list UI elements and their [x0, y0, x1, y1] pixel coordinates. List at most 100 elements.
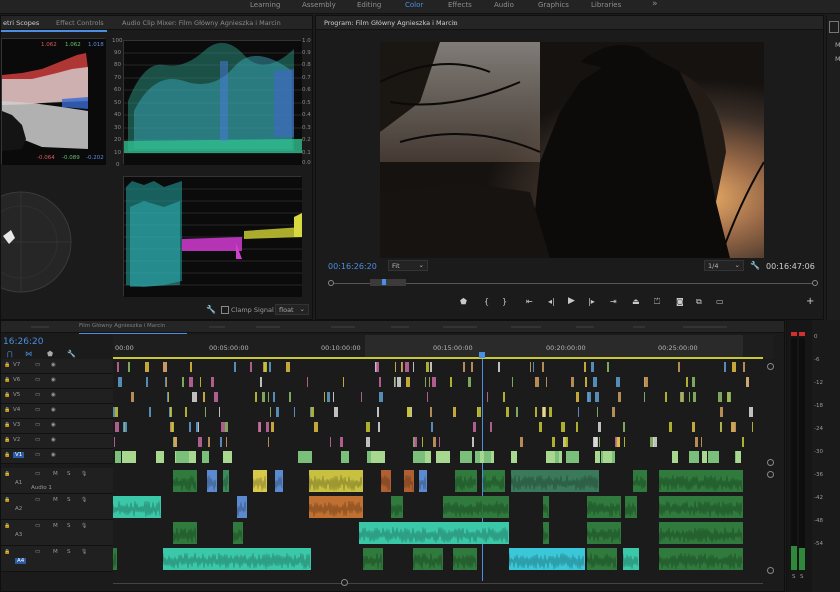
- video-clip[interactable]: [463, 362, 465, 372]
- audio-clip[interactable]: [275, 470, 283, 492]
- video-clip[interactable]: [701, 437, 702, 447]
- video-clip[interactable]: [618, 392, 621, 402]
- solo-button[interactable]: S: [67, 523, 71, 529]
- video-clip[interactable]: [429, 377, 430, 387]
- eye-icon[interactable]: ◉: [51, 392, 56, 398]
- workspace-effects[interactable]: Effects: [448, 1, 472, 9]
- video-clip[interactable]: [552, 437, 555, 447]
- video-clip[interactable]: [692, 377, 695, 387]
- bit-depth-dropdown[interactable]: float ⌄: [275, 304, 309, 315]
- video-clip[interactable]: [340, 437, 343, 447]
- video-clip[interactable]: [172, 422, 174, 432]
- video-clip[interactable]: [205, 407, 206, 417]
- button-editor-plus-icon[interactable]: +: [806, 296, 814, 307]
- video-clip[interactable]: [294, 407, 295, 417]
- video-clip[interactable]: [749, 407, 753, 417]
- video-clip[interactable]: [286, 362, 290, 372]
- eye-icon[interactable]: ◉: [51, 452, 56, 458]
- video-clip[interactable]: [378, 422, 380, 432]
- video-clip[interactable]: [333, 392, 334, 402]
- video-clip[interactable]: [115, 451, 121, 463]
- video-clip[interactable]: [746, 377, 749, 387]
- video-clip[interactable]: [289, 392, 291, 402]
- video-clip[interactable]: [487, 392, 488, 402]
- video-clip[interactable]: [728, 392, 731, 402]
- video-clip[interactable]: [377, 407, 379, 417]
- video-clip[interactable]: [170, 407, 172, 417]
- video-clip[interactable]: [732, 362, 736, 372]
- track-label-v5[interactable]: V5: [13, 392, 20, 398]
- video-clip[interactable]: [341, 451, 349, 463]
- video-clip[interactable]: [401, 362, 403, 372]
- microphone-icon[interactable]: 🎙: [81, 549, 87, 555]
- tab-lumetri-scopes[interactable]: etri Scopes: [3, 19, 39, 27]
- video-clip[interactable]: [366, 422, 370, 432]
- video-clip[interactable]: [653, 437, 657, 447]
- video-clip[interactable]: [220, 437, 222, 447]
- eye-icon[interactable]: ◉: [51, 362, 56, 368]
- microphone-icon[interactable]: 🎙: [81, 497, 87, 503]
- video-clip[interactable]: [196, 422, 198, 432]
- video-clip[interactable]: [689, 451, 699, 463]
- track-label-v7[interactable]: V7: [13, 362, 20, 368]
- tab-effect-controls[interactable]: Effect Controls: [56, 19, 104, 27]
- video-clip[interactable]: [406, 377, 410, 387]
- sync-lock-icon[interactable]: ▭: [35, 392, 40, 398]
- lift-icon[interactable]: ⏏: [632, 297, 640, 306]
- sync-lock-icon[interactable]: ▭: [35, 377, 40, 383]
- video-clip[interactable]: [566, 451, 579, 463]
- video-clip[interactable]: [194, 392, 197, 402]
- video-clip[interactable]: [211, 377, 214, 387]
- video-clip[interactable]: [379, 377, 381, 387]
- video-clip[interactable]: [371, 451, 385, 463]
- settings-wrench-icon[interactable]: 🔧: [750, 261, 760, 270]
- video-clip[interactable]: [718, 392, 722, 402]
- video-clip[interactable]: [475, 451, 480, 463]
- video-clip[interactable]: [533, 362, 534, 372]
- video-clip[interactable]: [720, 422, 721, 432]
- multi-view-icon[interactable]: ▭: [716, 297, 724, 306]
- step-forward-icon[interactable]: |▸: [588, 297, 595, 306]
- timeline-tab-main[interactable]: Film Główny Agnieszka i Marcin: [79, 323, 165, 329]
- video-clip[interactable]: [202, 451, 209, 463]
- video-clip[interactable]: [190, 362, 192, 372]
- video-clip[interactable]: [311, 407, 314, 417]
- timeline-timecode[interactable]: 16:26:20: [3, 337, 43, 347]
- video-clip[interactable]: [742, 437, 744, 447]
- video-clip[interactable]: [516, 407, 518, 417]
- video-clip[interactable]: [535, 407, 537, 417]
- video-clip[interactable]: [117, 362, 119, 372]
- microphone-icon[interactable]: 🎙: [81, 471, 87, 477]
- step-back-icon[interactable]: ◂|: [548, 297, 555, 306]
- video-clip[interactable]: [571, 377, 574, 387]
- video-clip[interactable]: [555, 451, 559, 463]
- video-clip[interactable]: [200, 377, 201, 387]
- video-clip[interactable]: [576, 422, 578, 432]
- video-clip[interactable]: [432, 377, 436, 387]
- video-clip[interactable]: [189, 377, 193, 387]
- track-label-v3[interactable]: V3: [13, 422, 20, 428]
- mark-in-icon[interactable]: {: [484, 297, 489, 306]
- video-clip[interactable]: [166, 377, 167, 387]
- timeline-ruler[interactable]: 00:00 00:05:00:00 00:10:00:00 00:15:00:0…: [113, 335, 773, 359]
- video-clip[interactable]: [414, 437, 417, 447]
- sync-lock-icon[interactable]: ▭: [35, 422, 40, 428]
- video-clip[interactable]: [564, 437, 568, 447]
- add-marker-timeline-icon[interactable]: ⬟: [47, 350, 53, 358]
- export-frame-camera-icon[interactable]: ◙: [676, 297, 684, 306]
- video-clip[interactable]: [219, 407, 220, 417]
- video-clip[interactable]: [468, 377, 471, 387]
- video-clip[interactable]: [131, 392, 134, 402]
- sync-lock-icon[interactable]: ▭: [35, 497, 40, 503]
- track-label-v2[interactable]: V2: [13, 437, 20, 443]
- video-clip[interactable]: [471, 362, 473, 372]
- video-clip[interactable]: [343, 377, 344, 387]
- meter-solo-right[interactable]: S: [800, 574, 804, 580]
- video-clip[interactable]: [588, 392, 591, 402]
- video-clip[interactable]: [203, 392, 205, 402]
- video-clip[interactable]: [736, 451, 741, 463]
- video-clip[interactable]: [397, 377, 401, 387]
- video-clip[interactable]: [115, 422, 119, 432]
- video-clip[interactable]: [584, 362, 586, 372]
- video-clip[interactable]: [503, 392, 505, 402]
